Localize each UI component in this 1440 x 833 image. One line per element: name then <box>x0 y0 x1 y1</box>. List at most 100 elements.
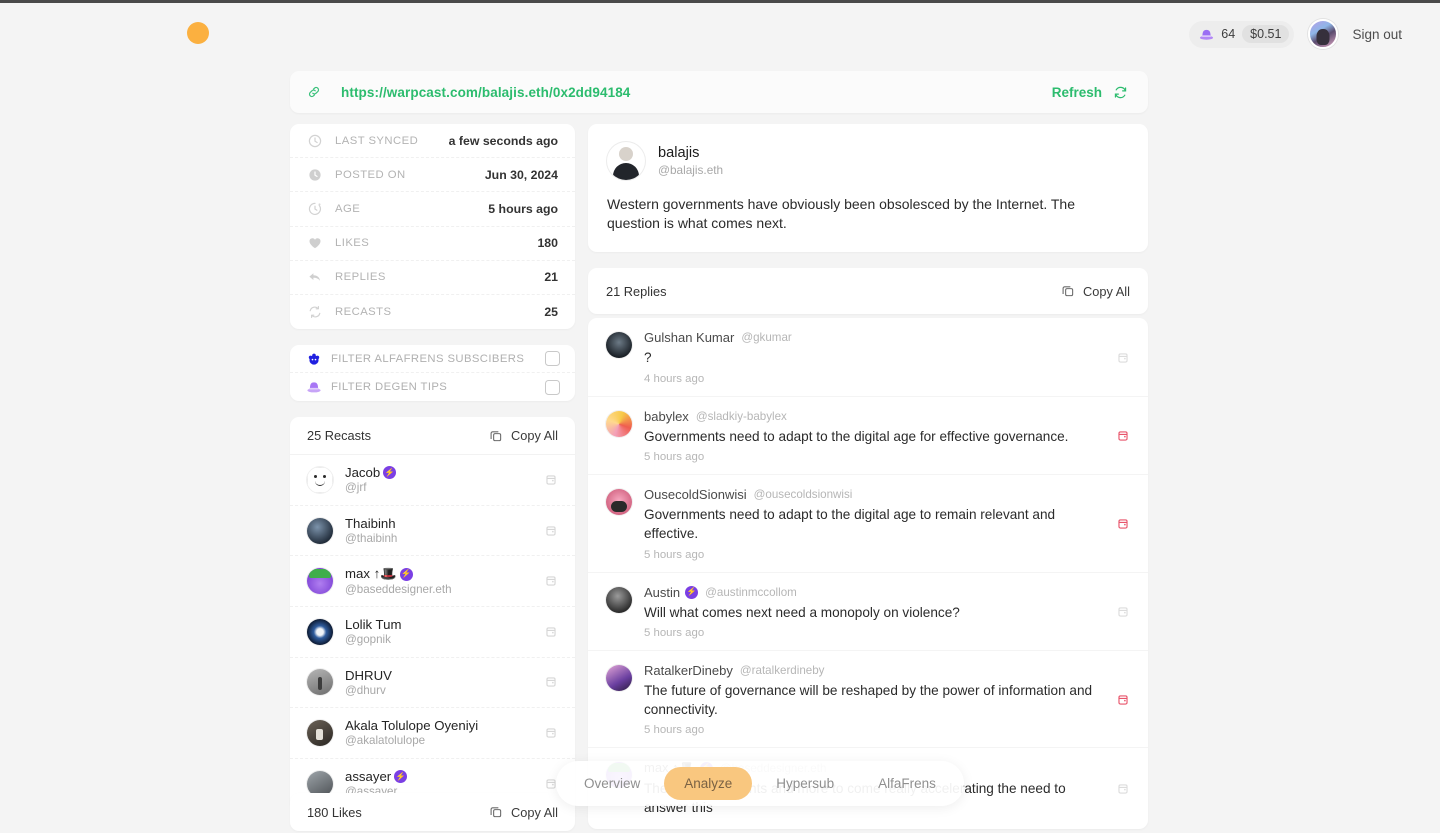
reply-text: Governments need to adapt to the digital… <box>644 507 1056 542</box>
avatar <box>307 669 333 696</box>
replies-copy-all-label: Copy All <box>1083 283 1130 299</box>
refresh-button[interactable]: Refresh <box>1052 85 1128 100</box>
reply-author-name-row: Gulshan Kumar <box>644 330 734 345</box>
list-item[interactable]: Akala Tolulope Oyeniyi @akalatolulope <box>290 708 575 759</box>
post-author-avatar[interactable] <box>607 142 645 180</box>
stat-row: RECASTS 25 <box>290 295 575 329</box>
copy-icon[interactable] <box>544 473 558 487</box>
reply-author-name-row: OusecoldSionwisi <box>644 487 747 502</box>
filter-checkbox[interactable] <box>545 379 560 395</box>
stat-label: RECASTS <box>335 306 392 319</box>
copy-icon[interactable] <box>544 675 558 689</box>
power-badge-icon: ⚡ <box>394 770 408 784</box>
table-row[interactable]: Austin ⚡ @austinmccollom Will what comes… <box>588 573 1148 652</box>
avatar <box>307 568 333 595</box>
post-author-name: balajis <box>658 145 700 161</box>
copy-icon[interactable] <box>1116 330 1130 385</box>
avatar <box>606 489 632 516</box>
likes-copy-all-label: Copy All <box>511 804 558 820</box>
filter-row[interactable]: FILTER DEGEN TIPS <box>290 373 575 401</box>
copy-icon[interactable] <box>544 574 558 588</box>
replies-count-label: 21 Replies <box>606 283 667 299</box>
stat-label: AGE <box>335 202 361 215</box>
filter-row[interactable]: FILTER ALFAFRENS SUBSCIBERS <box>290 345 575 374</box>
top-bar: 64 $0.51 Sign out <box>0 3 1440 61</box>
clock-filled-icon <box>307 167 323 183</box>
list-item[interactable]: Jacob ⚡ @jrf <box>290 455 575 506</box>
copy-icon[interactable] <box>1116 585 1130 640</box>
list-item[interactable]: max ↑🎩 ⚡ @baseddesigner.eth <box>290 556 575 607</box>
person-name-row: Akala Tolulope Oyeniyi <box>345 718 478 733</box>
reply-header: Austin ⚡ @austinmccollom <box>644 585 1102 600</box>
person-handle: @gopnik <box>345 633 391 647</box>
degen-balance-pill[interactable]: 64 $0.51 <box>1189 20 1295 48</box>
person-info: max ↑🎩 ⚡ @baseddesigner.eth <box>345 566 452 596</box>
tab-overview[interactable]: Overview <box>564 767 660 800</box>
user-avatar[interactable] <box>1308 19 1339 49</box>
list-item[interactable]: DHRUV @dhurv <box>290 658 575 709</box>
reply-author-name: Austin <box>644 584 681 600</box>
url-text[interactable]: https://warpcast.com/balajis.eth/0x2dd94… <box>341 85 630 100</box>
reply-author-name: Gulshan Kumar <box>644 330 735 346</box>
person-name-row: Thaibinh <box>345 516 397 531</box>
person-handle: @akalatolulope <box>345 734 426 748</box>
person-handle: @jrf <box>345 481 367 495</box>
copy-icon[interactable] <box>544 625 558 639</box>
tab-hypersub[interactable]: Hypersub <box>756 767 854 800</box>
copy-icon[interactable] <box>544 726 558 740</box>
likes-copy-all-button[interactable]: Copy All <box>489 805 558 820</box>
likes-card: 180 Likes Copy All <box>290 793 575 831</box>
person-handle: @baseddesigner.eth <box>345 583 452 597</box>
copy-icon[interactable] <box>1116 760 1130 817</box>
avatar <box>606 665 632 692</box>
person-name-row: Jacob ⚡ <box>345 465 397 481</box>
filter-checkbox[interactable] <box>545 351 560 367</box>
copy-icon[interactable] <box>1116 487 1130 560</box>
stat-row: AGE 5 hours ago <box>290 192 575 227</box>
stat-row: POSTED ON Jun 30, 2024 <box>290 158 575 193</box>
stat-row: LAST SYNCED a few seconds ago <box>290 124 575 159</box>
tab-alfafrens[interactable]: AlfaFrens <box>858 767 956 800</box>
reply-author-name-row: babylex <box>644 409 689 424</box>
stats-card: LAST SYNCED a few seconds ago POSTED ON … <box>290 124 575 330</box>
reply-author-name-row: Austin ⚡ <box>644 584 699 600</box>
copy-icon[interactable] <box>1116 409 1130 464</box>
list-item[interactable]: Thaibinh @thaibinh <box>290 506 575 557</box>
stat-row: REPLIES 21 <box>290 261 575 295</box>
replies-copy-all-button[interactable]: Copy All <box>1061 284 1130 299</box>
list-item[interactable]: Lolik Tum @gopnik <box>290 607 575 658</box>
reply-timestamp: 5 hours ago <box>644 627 705 640</box>
recasts-header: 25 Recasts Copy All <box>290 417 575 456</box>
stat-label: REPLIES <box>335 271 386 284</box>
copy-icon[interactable] <box>1116 663 1130 736</box>
refresh-icon <box>1113 85 1128 100</box>
reply-body: OusecoldSionwisi @ousecoldsionwisi Gover… <box>644 487 1102 560</box>
stat-value: 25 <box>544 305 558 320</box>
link-icon <box>307 85 321 99</box>
person-name-row: Lolik Tum <box>345 617 401 632</box>
reply-body: Gulshan Kumar @gkumar ? 4 hours ago <box>644 330 1102 385</box>
reply-author-handle: @sladkiy-babylex <box>695 409 787 423</box>
table-row[interactable]: babylex @sladkiy-babylex Governments nee… <box>588 397 1148 476</box>
person-name: Lolik Tum <box>345 617 402 633</box>
recasts-list[interactable]: Jacob ⚡ @jrf Thaibinh @thaibinh max ↑🎩 ⚡… <box>290 455 575 809</box>
reply-body: RatalkerDineby @ratalkerdineby The futur… <box>644 663 1102 736</box>
reply-timestamp: 5 hours ago <box>644 548 705 561</box>
main-content: balajis @balajis.eth Western governments… <box>588 124 1148 829</box>
table-row[interactable]: OusecoldSionwisi @ousecoldsionwisi Gover… <box>588 475 1148 573</box>
timer-icon <box>307 201 323 217</box>
tab-analyze[interactable]: Analyze <box>664 767 753 800</box>
sign-out-button[interactable]: Sign out <box>1352 27 1402 42</box>
table-row[interactable]: Gulshan Kumar @gkumar ? 4 hours ago <box>588 318 1148 397</box>
recasts-copy-all-button[interactable]: Copy All <box>489 428 558 443</box>
reply-author-handle: @ratalkerdineby <box>739 664 825 678</box>
table-row[interactable]: RatalkerDineby @ratalkerdineby The futur… <box>588 651 1148 749</box>
orange-dot-logo[interactable] <box>187 22 209 44</box>
power-badge-icon: ⚡ <box>399 567 413 581</box>
avatar <box>307 466 333 493</box>
power-badge-icon: ⚡ <box>383 466 397 480</box>
degen-count: 64 <box>1221 27 1236 41</box>
replies-list[interactable]: Gulshan Kumar @gkumar ? 4 hours ago baby… <box>588 318 1148 829</box>
copy-icon[interactable] <box>544 524 558 538</box>
person-name: Jacob <box>345 465 381 481</box>
